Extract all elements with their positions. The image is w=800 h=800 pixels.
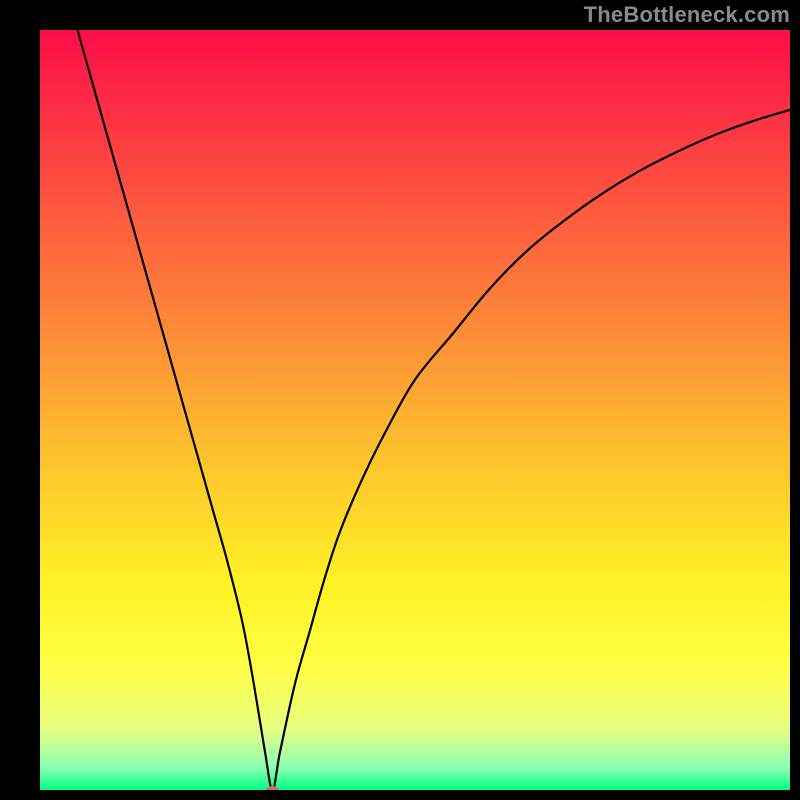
- watermark-text: TheBottleneck.com: [584, 2, 790, 28]
- plot-area: [40, 30, 790, 790]
- chart-background: [40, 30, 790, 790]
- chart-svg: [40, 30, 790, 790]
- chart-frame: TheBottleneck.com: [0, 0, 800, 800]
